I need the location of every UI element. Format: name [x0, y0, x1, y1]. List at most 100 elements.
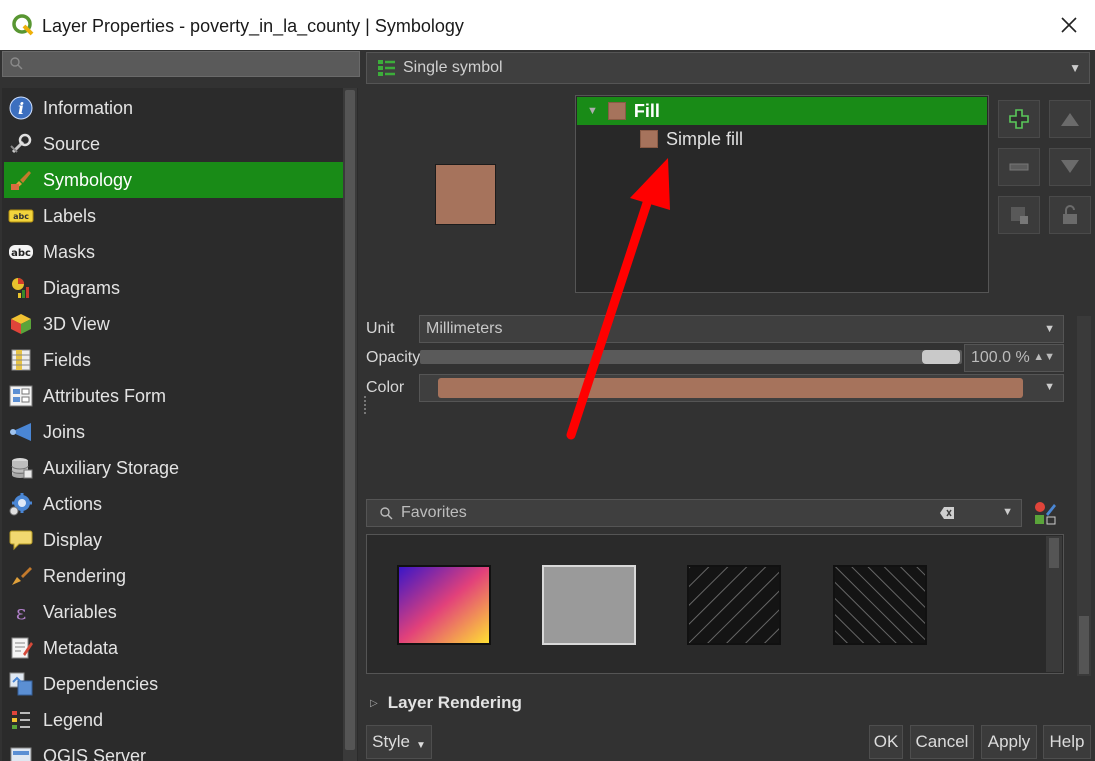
ok-button[interactable]: OK [869, 725, 903, 759]
cancel-label: Cancel [915, 732, 969, 751]
style-label: Style [372, 732, 410, 751]
sidebar-item-source[interactable]: Source [4, 126, 344, 162]
sidebar-item-labels[interactable]: abc Labels [4, 198, 344, 234]
sidebar-item-joins[interactable]: Joins [4, 414, 344, 450]
move-up-button[interactable] [1049, 100, 1091, 138]
sidebar-item-legend[interactable]: Legend [4, 702, 344, 738]
tree-item-label: Simple fill [666, 128, 744, 149]
move-down-button[interactable] [1049, 148, 1091, 186]
3d-view-icon [11, 314, 31, 334]
opacity-slider[interactable] [420, 350, 962, 364]
qgis-logo-icon [12, 14, 34, 36]
lock-icon [1063, 205, 1077, 224]
add-symbol-layer-button[interactable] [998, 100, 1040, 138]
sidebar-item-auxiliary-storage[interactable]: Auxiliary Storage [4, 450, 344, 486]
sidebar-search-input[interactable] [2, 51, 360, 77]
diagrams-icon [12, 278, 29, 298]
sidebar-item-symbology[interactable]: Symbology [4, 162, 344, 198]
sidebar-item-dependencies[interactable]: Dependencies [4, 666, 344, 702]
title-bar: Layer Properties - poverty_in_la_county … [0, 0, 1095, 50]
symbol-gallery [366, 534, 1064, 674]
tree-item-simple-fill[interactable]: Simple fill [640, 125, 743, 153]
sidebar-item-label: Fields [43, 349, 92, 370]
hatch-fill-symbol[interactable] [687, 565, 781, 645]
sidebar-item-fields[interactable]: Fields [4, 342, 344, 378]
help-button[interactable]: Help [1043, 725, 1091, 759]
unit-select[interactable]: Millimeters ▼ [419, 315, 1064, 343]
close-icon[interactable] [1058, 14, 1080, 36]
metadata-icon [11, 637, 33, 659]
fields-icon [11, 349, 31, 371]
gallery-scrollbar-thumb[interactable] [1049, 538, 1059, 568]
display-icon [9, 530, 33, 551]
opacity-value: 100.0 % [971, 349, 1030, 366]
sidebar-item-variables[interactable]: ε Variables [4, 594, 344, 630]
favorites-placeholder: Favorites [401, 504, 467, 521]
unit-label: Unit [366, 320, 395, 337]
lock-layer-button[interactable] [1049, 196, 1091, 234]
sidebar-scrollbar[interactable] [343, 88, 357, 761]
single-symbol-icon [378, 60, 395, 76]
spin-arrows-icon[interactable]: ▲▼ [1033, 351, 1055, 363]
unit-value: Millimeters [426, 320, 503, 337]
sidebar-item-label: Masks [43, 241, 96, 262]
sidebar-item-actions[interactable]: Actions [4, 486, 344, 522]
gradient-fill-symbol[interactable] [397, 565, 491, 645]
opacity-spinbox[interactable]: 100.0 % ▲▼ [964, 344, 1064, 372]
sidebar-item-label: QGIS Server [43, 745, 147, 761]
panel-scrollbar-thumb[interactable] [1079, 616, 1089, 674]
clear-text-icon[interactable] [939, 506, 955, 520]
sidebar-item-label: Attributes Form [43, 385, 167, 406]
hatch-fill-symbol-2[interactable] [833, 565, 927, 645]
renderer-select[interactable]: Single symbol ▼ [366, 52, 1090, 84]
symbology-icon [11, 171, 31, 190]
sidebar-item-label: Diagrams [43, 277, 121, 298]
apply-label: Apply [987, 732, 1031, 751]
layer-rendering-section[interactable]: ▷ Layer Rendering [370, 693, 522, 713]
sidebar-item-attributes-form[interactable]: Attributes Form [4, 378, 344, 414]
expand-triangle-icon[interactable]: ▷ [370, 698, 378, 709]
sidebar-item-label: 3D View [43, 313, 110, 334]
chevron-down-icon: ▼ [1069, 61, 1081, 75]
sidebar-item-label: Information [43, 97, 134, 118]
duplicate-layer-button[interactable] [998, 196, 1040, 234]
attributes-form-icon [9, 385, 33, 407]
sidebar-item-3d-view[interactable]: 3D View [4, 306, 344, 342]
sidebar-item-diagrams[interactable]: Diagrams [4, 270, 344, 306]
tree-item-fill[interactable]: ▼ Fill [577, 97, 987, 125]
sidebar-item-masks[interactable]: abc Masks [4, 234, 344, 270]
gallery-scrollbar[interactable] [1046, 536, 1062, 672]
sidebar-item-information[interactable]: i Information [4, 90, 344, 126]
variables-icon: ε [16, 600, 26, 624]
sidebar-item-qgis-server[interactable]: QGIS Server [4, 738, 344, 761]
sidebar-scrollbar-thumb[interactable] [345, 90, 355, 750]
style-button[interactable]: Style ▼ [366, 725, 432, 759]
plus-icon [1009, 109, 1029, 129]
favorites-search-input[interactable]: Favorites ▼ [366, 499, 1022, 527]
help-label: Help [1049, 732, 1085, 751]
apply-button[interactable]: Apply [981, 725, 1037, 759]
sidebar-nav: i Information Source Symbology abc Label… [2, 88, 358, 761]
sidebar-item-display[interactable]: Display [4, 522, 344, 558]
sidebar-item-rendering[interactable]: Rendering [4, 558, 344, 594]
opacity-slider-handle[interactable] [922, 350, 960, 364]
actions-icon [9, 493, 32, 516]
remove-symbol-layer-button[interactable] [998, 148, 1040, 186]
sidebar-item-label: Symbology [43, 169, 133, 190]
source-icon [10, 133, 32, 154]
gray-fill-symbol[interactable] [542, 565, 636, 645]
ok-label: OK [873, 732, 899, 751]
chevron-down-icon: ▼ [1002, 506, 1013, 518]
color-button[interactable]: ▼ [419, 374, 1064, 402]
panel-scrollbar[interactable] [1077, 316, 1091, 676]
sidebar-item-metadata[interactable]: Metadata [4, 630, 344, 666]
collapse-triangle-icon[interactable]: ▼ [587, 105, 598, 117]
rendering-icon [12, 567, 32, 585]
cancel-button[interactable]: Cancel [910, 725, 974, 759]
style-manager-icon[interactable] [1032, 500, 1058, 526]
color-swatch [438, 378, 1023, 398]
splitter-handle[interactable] [364, 396, 367, 414]
color-label: Color [366, 379, 405, 396]
legend-icon [12, 711, 30, 729]
opacity-label: Opacity [366, 349, 421, 366]
